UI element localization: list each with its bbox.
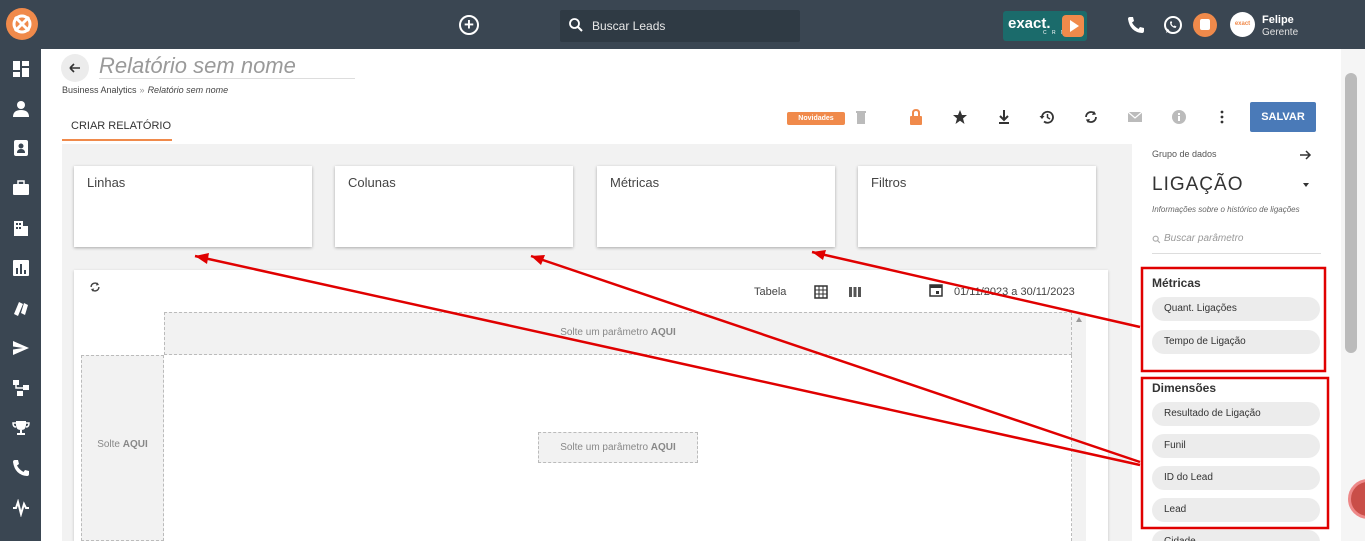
pulse-icon[interactable]: [12, 499, 30, 517]
drop-zone-filtros[interactable]: Filtros: [858, 166, 1096, 247]
avatar[interactable]: exact: [1230, 12, 1255, 37]
grupo-description: Informações sobre o histórico de ligaçõe…: [1152, 205, 1300, 214]
exact-crm-badge[interactable]: exact. C R M: [1003, 11, 1087, 41]
add-icon[interactable]: +: [459, 15, 479, 35]
info-icon[interactable]: [1170, 108, 1188, 126]
search-icon: [569, 18, 583, 32]
user-role: Gerente: [1262, 27, 1299, 38]
mail-icon[interactable]: [1126, 108, 1144, 126]
novidades-badge[interactable]: Novidades: [787, 112, 845, 125]
drop-cols-text: Solte um parâmetro: [560, 327, 651, 338]
drop-target-columns[interactable]: Solte um parâmetro AQUI: [164, 312, 1072, 355]
back-button[interactable]: [61, 54, 89, 82]
param-search[interactable]: [1152, 230, 1321, 254]
refresh-icon[interactable]: [88, 280, 102, 294]
view-label: Tabela: [754, 286, 787, 298]
trophy-icon[interactable]: [12, 419, 30, 437]
parameters-panel: Grupo de dados LIGAÇÃO Informações sobre…: [1132, 144, 1341, 541]
report-workarea: Linhas Colunas Métricas Filtros Tabela 0…: [62, 144, 1132, 541]
param-chip-metric[interactable]: Quant. Ligações: [1152, 297, 1320, 321]
report-title-input[interactable]: Relatório sem nome: [99, 53, 355, 79]
star-icon[interactable]: [951, 108, 969, 126]
arrow-left-icon: [69, 63, 80, 73]
drop-cols-bold: AQUI: [650, 327, 676, 338]
search-input[interactable]: [592, 16, 792, 36]
whatsapp-icon[interactable]: [1163, 15, 1183, 35]
tab-criar-relatorio[interactable]: CRIAR RELATÓRIO: [62, 111, 172, 141]
history-icon[interactable]: [1038, 108, 1056, 126]
drop-rows-bold: AQUI: [122, 439, 148, 450]
play-icon: [1062, 15, 1084, 37]
send-icon[interactable]: [12, 339, 30, 357]
param-chip-dimension[interactable]: Lead: [1152, 498, 1320, 522]
param-chip-dimension[interactable]: ID do Lead: [1152, 466, 1320, 490]
drop-target-rows[interactable]: Solte AQUI: [81, 355, 164, 541]
more-vert-icon[interactable]: [1213, 108, 1231, 126]
metricas-section-title: Métricas: [1152, 276, 1201, 290]
breadcrumb: Business Analytics» Relatório sem nome: [62, 85, 228, 95]
param-search-input[interactable]: [1164, 233, 1314, 244]
download-icon[interactable]: [995, 108, 1013, 126]
drop-center-bold: AQUI: [650, 442, 676, 453]
top-bar: + exact. C R M exact Felipe Gerente: [0, 0, 1365, 49]
sync-icon[interactable]: [1082, 108, 1100, 126]
drop-zone-colunas[interactable]: Colunas: [335, 166, 573, 247]
grupo-label: Grupo de dados: [1152, 149, 1217, 159]
breadcrumb-separator: »: [139, 85, 145, 95]
drop-zone-metricas[interactable]: Métricas: [597, 166, 835, 247]
building-icon[interactable]: [12, 219, 30, 237]
grid-scrollbar[interactable]: [1072, 312, 1086, 541]
briefcase-icon[interactable]: [12, 179, 30, 197]
drop-target-values[interactable]: Solte um parâmetro AQUI: [538, 432, 698, 463]
arrow-right-icon[interactable]: [1298, 148, 1312, 162]
flow-icon[interactable]: [12, 379, 30, 397]
extension-icon[interactable]: [1193, 13, 1217, 37]
cards-icon[interactable]: [12, 299, 30, 317]
app-logo[interactable]: [6, 8, 38, 40]
param-chip-dimension-partial[interactable]: Cidade: [1152, 530, 1320, 541]
main-panel: Relatório sem nome Business Analytics» Re…: [41, 49, 1341, 541]
param-chip-metric[interactable]: Tempo de Ligação: [1152, 330, 1320, 354]
calendar-icon[interactable]: [929, 283, 943, 297]
lead-search[interactable]: [560, 10, 800, 42]
drop-center-text: Solte um parâmetro: [560, 442, 651, 453]
drop-zone-linhas[interactable]: Linhas: [74, 166, 312, 247]
drop-rows-text: Solte: [97, 439, 123, 450]
trash-icon[interactable]: [852, 108, 870, 126]
lock-icon[interactable]: [907, 108, 925, 126]
sidebar: [0, 49, 41, 541]
grupo-select[interactable]: LIGAÇÃO: [1152, 174, 1243, 196]
user-name[interactable]: Felipe: [1262, 14, 1294, 26]
columns-view-icon[interactable]: [848, 285, 862, 299]
save-button[interactable]: SALVAR: [1250, 102, 1316, 132]
param-chip-dimension[interactable]: Resultado de Ligação: [1152, 402, 1320, 426]
contact-card-icon[interactable]: [12, 139, 30, 157]
dashboard-icon[interactable]: [12, 60, 30, 78]
dimensoes-section-title: Dimensões: [1152, 381, 1217, 395]
phone-icon[interactable]: [1126, 15, 1146, 35]
breadcrumb-current: Relatório sem nome: [147, 85, 229, 95]
phone-icon[interactable]: [12, 459, 30, 477]
scrollbar-thumb[interactable]: [1345, 73, 1357, 353]
person-icon[interactable]: [12, 100, 30, 118]
date-range[interactable]: 01/11/2023 a 30/11/2023: [954, 286, 1075, 298]
breadcrumb-root[interactable]: Business Analytics: [62, 85, 137, 95]
page-scrollbar[interactable]: [1341, 49, 1365, 541]
table-view-icon[interactable]: [814, 285, 828, 299]
search-icon: [1152, 235, 1161, 244]
bar-chart-icon[interactable]: [12, 259, 30, 277]
chevron-down-icon[interactable]: [1303, 183, 1309, 187]
grid-panel: Tabela 01/11/2023 a 30/11/2023 Solte um …: [74, 270, 1108, 541]
param-chip-dimension[interactable]: Funil: [1152, 434, 1320, 458]
